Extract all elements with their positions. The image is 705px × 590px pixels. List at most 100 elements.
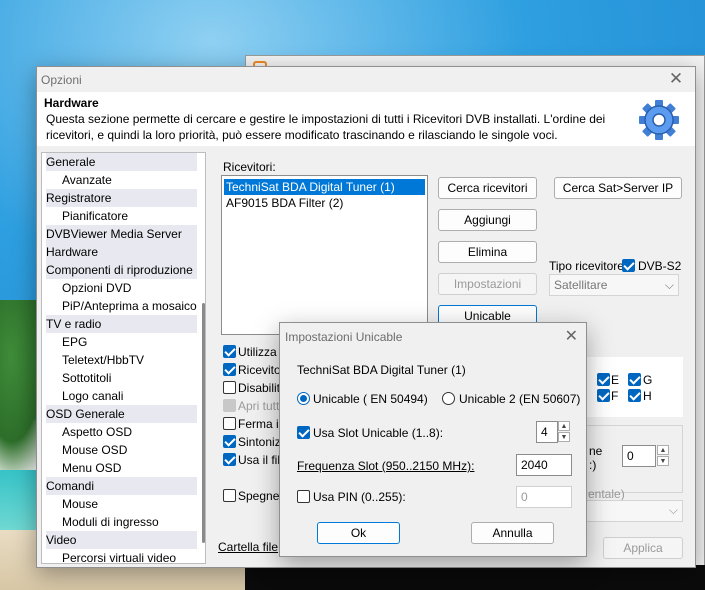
tree-item-tv-radio[interactable]: TV e radio [46, 315, 197, 333]
option-label: Usa il filt [238, 453, 284, 467]
tree-item-media-server[interactable]: DVBViewer Media Server [46, 225, 197, 243]
tree-item-menu-osd[interactable]: Menu OSD [46, 459, 197, 477]
option-checkbox[interactable] [223, 417, 236, 430]
delete-button[interactable]: Elimina [438, 241, 537, 263]
frequency-input[interactable]: 2040 [516, 454, 572, 476]
tree-item-sottotitoli[interactable]: Sottotitoli [46, 369, 197, 387]
dvb-h-label: H [643, 389, 652, 403]
tree-item-moduli-ingresso[interactable]: Moduli di ingresso [46, 513, 197, 531]
section-header: Hardware Questa sezione permette di cerc… [37, 92, 695, 146]
spegne-label: Spegne [238, 489, 280, 503]
unicable-dialog: Impostazioni Unicable ✕ TechniSat BDA Di… [279, 322, 587, 557]
dvbs2-label: DVB-S2 [638, 259, 682, 273]
pin-input[interactable]: 0 [516, 486, 572, 508]
tree-item-componenti[interactable]: Componenti di riproduzione [46, 261, 197, 279]
partial-label: :) [589, 458, 597, 472]
option-checkbox[interactable] [223, 435, 236, 448]
numeric-input[interactable]: 0 [622, 445, 656, 467]
section-title: Hardware [44, 96, 99, 110]
tree-item-opzioni-dvd[interactable]: Opzioni DVD [46, 279, 197, 297]
receiver-type-value: Satellitare [554, 278, 608, 292]
chevron-down-icon: ⌵ [664, 278, 674, 292]
option-label: Ferma il [238, 417, 282, 431]
dvb-f-checkbox[interactable] [597, 389, 610, 402]
receiver-type-select[interactable]: Satellitare ⌵ [549, 274, 679, 296]
tree-item-epg[interactable]: EPG [46, 333, 197, 351]
slot-input[interactable]: 4 [536, 421, 558, 443]
pin-label: Usa PIN (0..255): [313, 490, 406, 504]
slot-up-icon[interactable]: ▲ [558, 421, 570, 431]
dialog-title: Impostazioni Unicable [285, 330, 403, 344]
option-checkbox[interactable] [223, 381, 236, 394]
disabled-select[interactable]: ⌵ [585, 500, 683, 522]
option-label: Utilizza r [238, 345, 285, 359]
window-title: Opzioni [41, 73, 82, 87]
option-label: Disabilit [238, 381, 281, 395]
unicable2-radio[interactable] [442, 392, 455, 405]
cancel-button[interactable]: Annulla [471, 522, 554, 544]
option-checkbox[interactable] [223, 363, 236, 376]
unicable1-label: Unicable ( EN 50494) [313, 392, 428, 406]
background-video-area [245, 565, 705, 590]
dvbs2-checkbox[interactable] [622, 259, 635, 272]
dvb-group: E G F H [585, 357, 683, 417]
receiver-item[interactable]: AF9015 BDA Filter (2) [224, 195, 425, 211]
search-satserver-button[interactable]: Cerca Sat>Server IP [554, 177, 682, 199]
search-receivers-button[interactable]: Cerca ricevitori [438, 177, 537, 199]
dvb-g-label: G [643, 373, 653, 387]
tree-item-avanzate[interactable]: Avanzate [46, 171, 197, 189]
slot-down-icon[interactable]: ▼ [558, 432, 570, 442]
partial-label: entale) [588, 487, 625, 501]
ok-button[interactable]: Ok [317, 522, 400, 544]
option-checkbox[interactable] [223, 399, 236, 412]
option-checkbox[interactable] [223, 453, 236, 466]
pin-checkbox[interactable] [297, 490, 310, 503]
partial-label: ne [589, 444, 603, 458]
unicable2-label: Unicable 2 (EN 50607) [459, 392, 581, 406]
tree-item-hardware[interactable]: Hardware [46, 243, 197, 261]
dvb-g-checkbox[interactable] [628, 373, 641, 386]
tree-scrollbar[interactable] [202, 303, 205, 543]
tree-item-mouse[interactable]: Mouse [46, 495, 197, 513]
device-name: TechniSat BDA Digital Tuner (1) [297, 363, 466, 377]
tree-item-generale[interactable]: Generale [46, 153, 197, 171]
tree-item-teletext[interactable]: Teletext/HbbTV [46, 351, 197, 369]
apply-button[interactable]: Applica [603, 537, 683, 559]
tree-item-osd-generale[interactable]: OSD Generale [46, 405, 197, 423]
tree-item-registratore[interactable]: Registratore [46, 189, 197, 207]
spin-up-icon[interactable]: ▲ [657, 445, 669, 455]
spegne-checkbox[interactable] [223, 489, 236, 502]
cartella-link[interactable]: Cartella file [218, 540, 278, 554]
close-icon[interactable]: ✕ [565, 326, 578, 346]
dvb-h-checkbox[interactable] [628, 389, 641, 402]
spin-down-icon[interactable]: ▼ [657, 456, 669, 466]
dvb-e-label: E [611, 373, 620, 387]
receivers-label: Ricevitori: [223, 160, 276, 174]
dvb-f-label: F [611, 389, 619, 403]
slot-label: Usa Slot Unicable (1..8): [313, 426, 444, 440]
tree-item-video[interactable]: Video [46, 531, 197, 549]
frequency-label: Frequenza Slot (950..2150 MHz): [297, 459, 475, 473]
dvb-e-checkbox[interactable] [597, 373, 610, 386]
tree-item-percorsi-video[interactable]: Percorsi virtuali video [46, 549, 197, 567]
tree-item-pianificatore[interactable]: Pianificatore [46, 207, 197, 225]
chevron-down-icon: ⌵ [668, 503, 678, 517]
section-description: Questa sezione permette di cercare e ges… [46, 112, 606, 142]
unicable1-radio[interactable] [297, 392, 310, 405]
slot-checkbox[interactable] [297, 426, 310, 439]
option-label: Apri tutt [238, 399, 280, 413]
tree-item-logo-canali[interactable]: Logo canali [46, 387, 197, 405]
tree-item-pip[interactable]: PiP/Anteprima a mosaico [46, 297, 197, 315]
settings-button[interactable]: Impostazioni [438, 273, 537, 295]
close-icon[interactable]: ✕ [665, 69, 687, 89]
options-tree[interactable]: Generale Avanzate Registratore Pianifica… [41, 152, 206, 567]
receiver-item[interactable]: TechniSat BDA Digital Tuner (1) [224, 179, 425, 195]
receivers-list[interactable]: TechniSat BDA Digital Tuner (1) AF9015 B… [221, 175, 428, 335]
add-button[interactable]: Aggiungi [438, 209, 537, 231]
gear-icon [639, 100, 679, 140]
option-checkbox[interactable] [223, 345, 236, 358]
tree-item-comandi[interactable]: Comandi [46, 477, 197, 495]
tree-item-mouse-osd[interactable]: Mouse OSD [46, 441, 197, 459]
tree-item-aspetto-osd[interactable]: Aspetto OSD [46, 423, 197, 441]
receiver-type-label: Tipo ricevitore [549, 259, 624, 273]
